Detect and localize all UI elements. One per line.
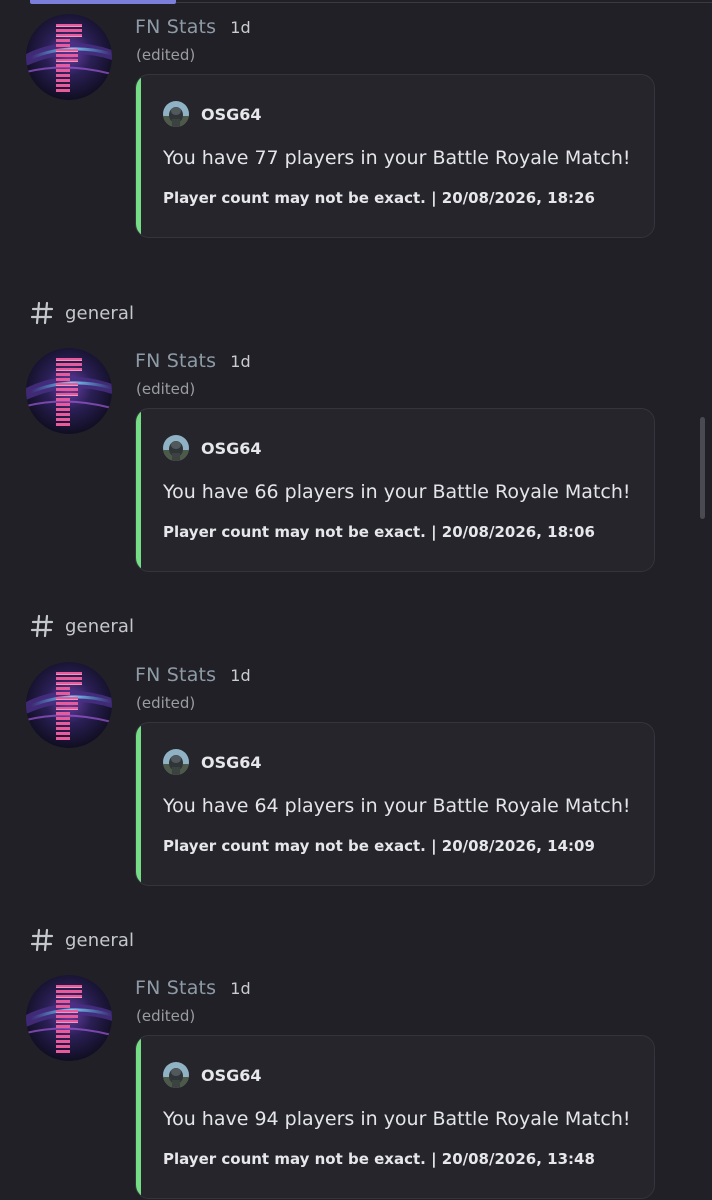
fn-stats-avatar-icon[interactable] (26, 975, 112, 1061)
osg64-avatar-icon (163, 435, 189, 461)
osg64-avatar-icon (163, 101, 189, 127)
author-name[interactable]: FN Stats (135, 16, 216, 38)
embed-footer: Player count may not be exact. | 20/08/2… (163, 523, 595, 541)
hash-icon (30, 928, 54, 952)
embed-description: You have 77 players in your Battle Royal… (163, 147, 631, 169)
edited-label: (edited) (136, 380, 196, 398)
author-name[interactable]: FN Stats (135, 664, 216, 686)
embed-author: OSG64 (163, 435, 262, 461)
chat-view: FN Stats 1d (edited) OSG64 You have 77 p… (0, 0, 712, 1200)
hash-icon (30, 614, 54, 638)
embed-author-name: OSG64 (201, 438, 262, 458)
embed-card: OSG64 You have 77 players in your Battle… (135, 74, 655, 238)
embed-author: OSG64 (163, 1062, 262, 1088)
hash-icon (30, 301, 54, 325)
fn-stats-avatar-icon[interactable] (26, 14, 112, 100)
top-divider (176, 2, 712, 3)
top-tab-indicator (30, 0, 176, 4)
embed-card: OSG64 You have 64 players in your Battle… (135, 722, 655, 886)
embed-accent-bar (136, 75, 141, 237)
embed-accent-bar (136, 723, 141, 885)
edited-label: (edited) (136, 46, 196, 64)
channel-name[interactable]: general (65, 303, 134, 324)
embed-description: You have 94 players in your Battle Royal… (163, 1108, 631, 1130)
message-header: FN Stats 1d (135, 664, 251, 686)
message-timestamp: 1d (230, 979, 251, 998)
embed-author-name: OSG64 (201, 104, 262, 124)
embed-footer: Player count may not be exact. | 20/08/2… (163, 1150, 595, 1168)
fn-stats-avatar-icon[interactable] (26, 348, 112, 434)
message[interactable]: FN Stats 1d (edited) OSG64 You have 64 p… (26, 662, 666, 892)
scrollbar-thumb[interactable] (700, 417, 705, 519)
message-timestamp: 1d (230, 352, 251, 371)
channel-header[interactable]: general (30, 925, 134, 955)
channel-header[interactable]: general (30, 298, 134, 328)
author-name[interactable]: FN Stats (135, 977, 216, 999)
osg64-avatar-icon (163, 749, 189, 775)
embed-author-name: OSG64 (201, 1065, 262, 1085)
embed-footer: Player count may not be exact. | 20/08/2… (163, 837, 595, 855)
embed-author-name: OSG64 (201, 752, 262, 772)
message-timestamp: 1d (230, 666, 251, 685)
embed-description: You have 66 players in your Battle Royal… (163, 481, 631, 503)
fn-stats-avatar-icon[interactable] (26, 662, 112, 748)
embed-accent-bar (136, 1036, 141, 1198)
channel-name[interactable]: general (65, 930, 134, 951)
embed-author: OSG64 (163, 101, 262, 127)
osg64-avatar-icon (163, 1062, 189, 1088)
embed-description: You have 64 players in your Battle Royal… (163, 795, 631, 817)
embed-accent-bar (136, 409, 141, 571)
message[interactable]: FN Stats 1d (edited) OSG64 You have 66 p… (26, 348, 666, 578)
channel-name[interactable]: general (65, 616, 134, 637)
embed-footer: Player count may not be exact. | 20/08/2… (163, 189, 595, 207)
message-timestamp: 1d (230, 18, 251, 37)
message-header: FN Stats 1d (135, 977, 251, 999)
edited-label: (edited) (136, 694, 196, 712)
message-header: FN Stats 1d (135, 16, 251, 38)
message[interactable]: FN Stats 1d (edited) OSG64 You have 94 p… (26, 975, 666, 1200)
message-header: FN Stats 1d (135, 350, 251, 372)
embed-card: OSG64 You have 94 players in your Battle… (135, 1035, 655, 1199)
embed-author: OSG64 (163, 749, 262, 775)
message[interactable]: FN Stats 1d (edited) OSG64 You have 77 p… (26, 14, 666, 244)
edited-label: (edited) (136, 1007, 196, 1025)
channel-header[interactable]: general (30, 611, 134, 641)
embed-card: OSG64 You have 66 players in your Battle… (135, 408, 655, 572)
author-name[interactable]: FN Stats (135, 350, 216, 372)
